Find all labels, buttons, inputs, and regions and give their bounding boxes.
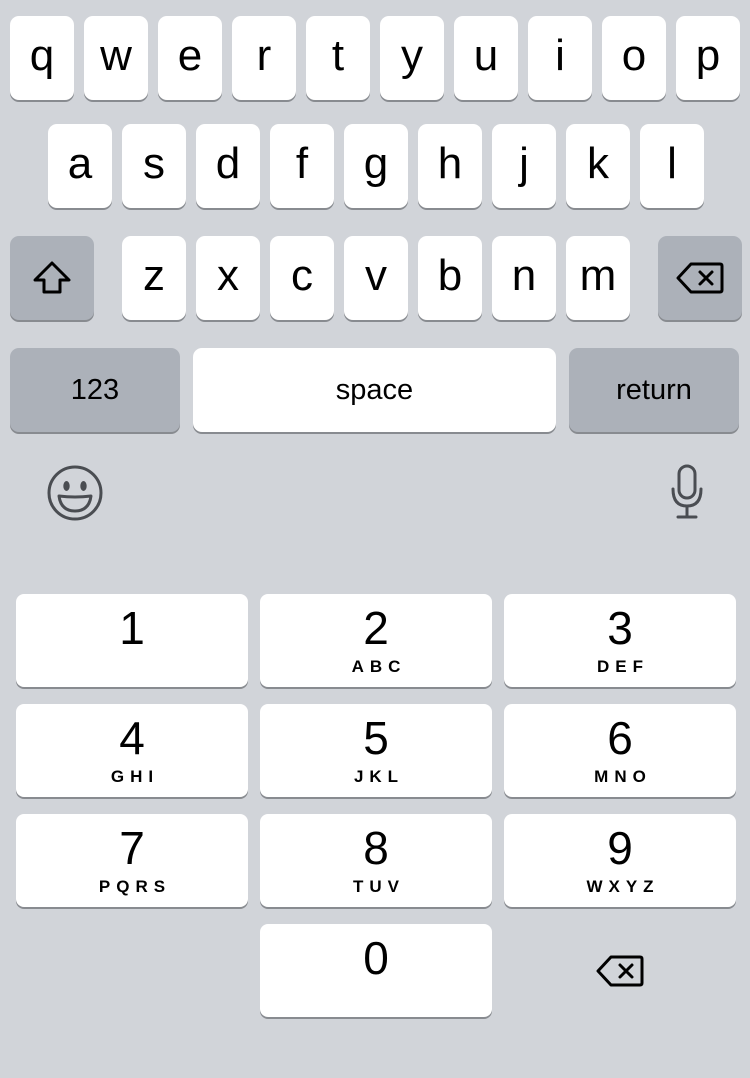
key-label: c bbox=[291, 251, 313, 300]
numpad-letters: WXYZ bbox=[586, 877, 660, 896]
numpad-key-5[interactable]: 5 JKL bbox=[260, 704, 492, 797]
key-a[interactable]: a bbox=[48, 124, 112, 208]
key-label: o bbox=[621, 31, 647, 80]
key-label: g bbox=[363, 139, 389, 188]
key-label: p bbox=[695, 31, 721, 80]
key-v[interactable]: v bbox=[344, 236, 408, 320]
key-label: r bbox=[256, 31, 272, 80]
key-c[interactable]: c bbox=[270, 236, 334, 320]
key-label: v bbox=[365, 251, 387, 300]
key-label: k bbox=[587, 139, 609, 188]
shift-key[interactable] bbox=[10, 236, 94, 320]
key-j[interactable]: j bbox=[492, 124, 556, 208]
key-label: u bbox=[473, 31, 499, 80]
key-label: x bbox=[217, 251, 239, 300]
key-label: n bbox=[511, 251, 537, 300]
numpad-letters: MNO bbox=[594, 767, 652, 786]
numpad-key-9[interactable]: 9 WXYZ bbox=[504, 814, 736, 907]
numpad-key-7[interactable]: 7 PQRS bbox=[16, 814, 248, 907]
microphone-icon bbox=[670, 464, 704, 520]
numpad-key-4[interactable]: 4 GHI bbox=[16, 704, 248, 797]
space-key-label: space bbox=[335, 373, 414, 406]
key-s[interactable]: s bbox=[122, 124, 186, 208]
emoji-button[interactable] bbox=[44, 462, 106, 524]
numpad-digit: 4 bbox=[119, 712, 145, 764]
key-k[interactable]: k bbox=[566, 124, 630, 208]
numpad-digit: 7 bbox=[119, 822, 145, 874]
key-label: w bbox=[100, 31, 132, 80]
numpad-letters: GHI bbox=[110, 767, 160, 786]
numpad-key-6[interactable]: 6 MNO bbox=[504, 704, 736, 797]
key-label: q bbox=[29, 31, 55, 80]
numpad-letters: TUV bbox=[353, 877, 405, 896]
numpad-digit: 5 bbox=[363, 712, 389, 764]
numpad-letters: DEF bbox=[597, 657, 649, 676]
space-key[interactable]: space bbox=[193, 348, 556, 432]
key-label: e bbox=[177, 31, 203, 80]
delete-key[interactable] bbox=[658, 236, 742, 320]
numpad-delete-button[interactable] bbox=[504, 924, 736, 1017]
numbers-key[interactable]: 123 bbox=[10, 348, 180, 432]
key-label: l bbox=[667, 139, 677, 188]
key-label: f bbox=[295, 139, 309, 188]
numpad-key-8[interactable]: 8 TUV bbox=[260, 814, 492, 907]
key-label: z bbox=[143, 251, 165, 300]
key-h[interactable]: h bbox=[418, 124, 482, 208]
smiley-face-icon bbox=[46, 464, 104, 522]
key-w[interactable]: w bbox=[84, 16, 148, 100]
numpad-key-2[interactable]: 2 ABC bbox=[260, 594, 492, 687]
key-label: d bbox=[215, 139, 241, 188]
numpad-letters: ABC bbox=[351, 657, 407, 676]
key-r[interactable]: r bbox=[232, 16, 296, 100]
key-b[interactable]: b bbox=[418, 236, 482, 320]
numpad-digit: 3 bbox=[607, 602, 633, 654]
numpad-digit: 2 bbox=[363, 602, 389, 654]
numpad-digit: 9 bbox=[607, 822, 633, 874]
numbers-key-label: 123 bbox=[70, 373, 120, 406]
numpad-digit: 0 bbox=[363, 932, 389, 984]
key-u[interactable]: u bbox=[454, 16, 518, 100]
backspace-icon bbox=[676, 261, 724, 295]
key-label: i bbox=[555, 31, 565, 80]
return-key[interactable]: return bbox=[569, 348, 739, 432]
key-p[interactable]: p bbox=[676, 16, 740, 100]
numpad-digit: 1 bbox=[119, 602, 145, 654]
key-label: j bbox=[519, 139, 529, 188]
dictation-button[interactable] bbox=[660, 462, 714, 522]
key-q[interactable]: q bbox=[10, 16, 74, 100]
numpad-digit: 8 bbox=[363, 822, 389, 874]
key-g[interactable]: g bbox=[344, 124, 408, 208]
key-z[interactable]: z bbox=[122, 236, 186, 320]
key-label: y bbox=[401, 31, 423, 80]
shift-arrow-icon bbox=[32, 260, 72, 296]
key-label: t bbox=[331, 31, 345, 80]
numpad-letters: PQRS bbox=[98, 877, 172, 896]
key-d[interactable]: d bbox=[196, 124, 260, 208]
key-f[interactable]: f bbox=[270, 124, 334, 208]
key-x[interactable]: x bbox=[196, 236, 260, 320]
numpad-key-0[interactable]: 0 bbox=[260, 924, 492, 1017]
key-i[interactable]: i bbox=[528, 16, 592, 100]
key-o[interactable]: o bbox=[602, 16, 666, 100]
key-l[interactable]: l bbox=[640, 124, 704, 208]
backspace-icon bbox=[596, 954, 644, 988]
key-n[interactable]: n bbox=[492, 236, 556, 320]
numpad-key-1[interactable]: 1 bbox=[16, 594, 248, 687]
key-t[interactable]: t bbox=[306, 16, 370, 100]
numpad-letters: JKL bbox=[353, 767, 405, 786]
key-label: h bbox=[437, 139, 463, 188]
key-e[interactable]: e bbox=[158, 16, 222, 100]
key-y[interactable]: y bbox=[380, 16, 444, 100]
key-label: a bbox=[67, 139, 93, 188]
key-label: s bbox=[143, 139, 165, 188]
return-key-label: return bbox=[616, 373, 692, 406]
numpad-digit: 6 bbox=[607, 712, 633, 764]
key-m[interactable]: m bbox=[566, 236, 630, 320]
key-label: b bbox=[437, 251, 463, 300]
numpad-key-3[interactable]: 3 DEF bbox=[504, 594, 736, 687]
key-label: m bbox=[579, 251, 617, 300]
